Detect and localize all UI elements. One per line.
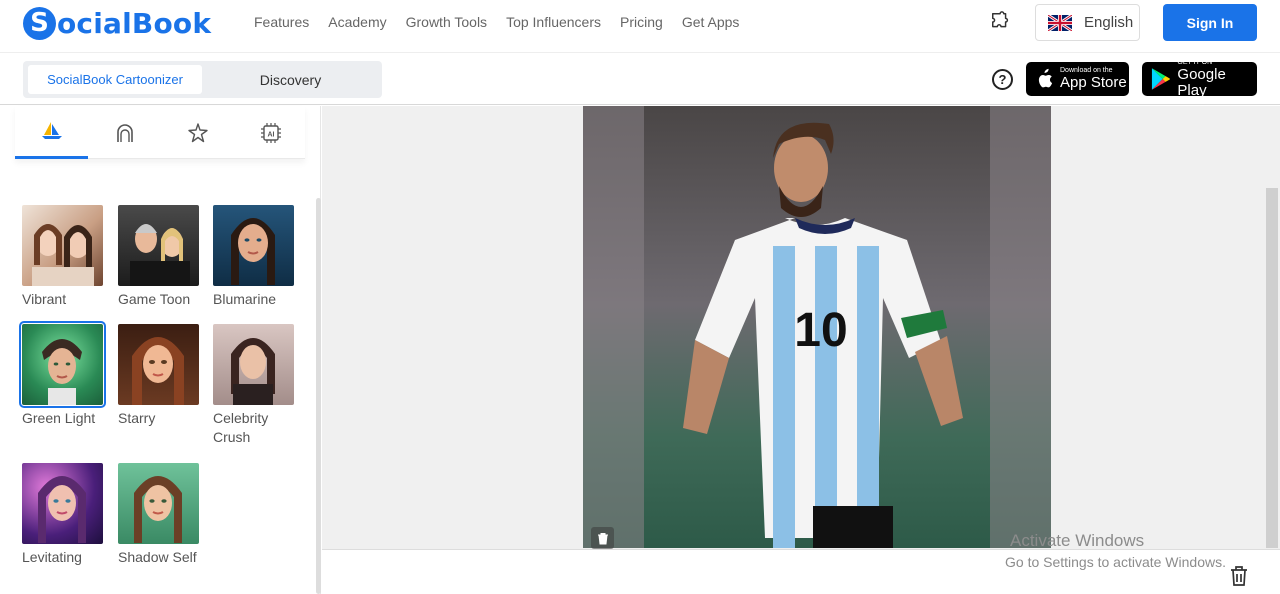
canvas-scrollbar[interactable] — [1266, 188, 1278, 548]
help-icon[interactable]: ? — [992, 69, 1013, 90]
style-thumbnail — [22, 463, 103, 544]
style-thumbnail — [213, 205, 294, 286]
style-item-green-light[interactable]: Green Light — [19, 321, 108, 428]
style-name: Game Toon — [118, 291, 191, 307]
star-sparkle-icon — [187, 122, 208, 142]
google-play-icon — [1151, 68, 1170, 90]
style-name: Starry — [118, 410, 156, 426]
apple-icon — [1038, 68, 1053, 88]
boat-icon — [41, 122, 62, 139]
style-thumbnail — [213, 324, 294, 405]
svg-text:AI: AI — [267, 131, 274, 138]
category-tab-head[interactable] — [88, 106, 161, 159]
google-play-big-text: Google Play — [1177, 66, 1226, 99]
style-name: Shadow Self — [118, 549, 197, 565]
style-item-shadow-self[interactable]: Shadow Self — [118, 463, 204, 567]
nav-link-features[interactable]: Features — [254, 14, 309, 30]
sidebar-scrollbar[interactable] — [316, 198, 321, 594]
style-item-vibrant[interactable]: Vibrant — [22, 205, 108, 309]
app-store-button[interactable]: Download on the App Store — [1026, 62, 1129, 96]
sign-in-button[interactable]: Sign In — [1163, 4, 1257, 41]
nav-link-get-apps[interactable]: Get Apps — [682, 14, 740, 30]
tab-discovery[interactable]: Discovery — [223, 65, 358, 94]
style-thumbnail — [22, 205, 103, 286]
head-icon — [116, 123, 133, 142]
style-name: Celebrity Crush — [213, 410, 269, 445]
style-name: Blumarine — [213, 291, 277, 307]
image-canvas: 10 10 — [322, 106, 1280, 549]
style-thumbnail — [118, 463, 199, 544]
language-label: English — [1084, 14, 1134, 31]
style-name: Green Light — [22, 410, 96, 426]
tool-tabs: SocialBook Cartoonizer Discovery — [23, 61, 382, 98]
style-sidebar: AI Vibrant Game Toon Blumarine Green Lig… — [0, 106, 321, 594]
uk-flag-icon — [1048, 14, 1072, 31]
tool-subbar: SocialBook Cartoonizer Discovery ? Downl… — [0, 54, 1280, 105]
nav-links: Features Academy Growth Tools Top Influe… — [254, 14, 758, 30]
nav-link-growth-tools[interactable]: Growth Tools — [406, 14, 487, 30]
nav-link-academy[interactable]: Academy — [328, 14, 386, 30]
top-navbar: S ocialBook Features Academy Growth Tool… — [0, 0, 1280, 53]
trash-icon[interactable] — [1229, 565, 1249, 587]
style-item-game-toon[interactable]: Game Toon — [118, 205, 204, 309]
style-thumbnail — [19, 321, 106, 408]
ai-chip-icon: AI — [260, 122, 281, 143]
nav-link-pricing[interactable]: Pricing — [620, 14, 663, 30]
windows-activation-subtitle: Go to Settings to activate Windows. — [1005, 554, 1226, 570]
tab-socialbook-cartoonizer[interactable]: SocialBook Cartoonizer — [28, 65, 202, 94]
jersey-number: 10 — [794, 304, 847, 357]
app-store-big-text: App Store — [1060, 74, 1127, 91]
style-item-celebrity-crush[interactable]: Celebrity Crush — [213, 324, 299, 447]
style-thumbnail — [118, 205, 199, 286]
puzzle-extension-icon[interactable] — [990, 11, 1012, 33]
google-play-button[interactable]: GET IT ON Google Play — [1142, 59, 1257, 99]
category-tab-star[interactable] — [161, 106, 234, 159]
category-tab-ai[interactable]: AI — [234, 106, 307, 159]
category-tab-boat[interactable] — [15, 106, 88, 159]
style-name: Levitating — [22, 549, 82, 565]
logo-text: ocialBook — [57, 6, 212, 40]
style-name: Vibrant — [22, 291, 67, 307]
windows-activation-title: Activate Windows — [1010, 531, 1145, 550]
language-selector[interactable]: English — [1035, 4, 1140, 41]
socialbook-logo[interactable]: S ocialBook — [23, 6, 211, 40]
style-item-levitating[interactable]: Levitating — [22, 463, 108, 567]
logo-mark: S — [23, 6, 56, 40]
style-thumbnail — [118, 324, 199, 405]
delete-image-icon[interactable] — [591, 527, 614, 549]
style-item-blumarine[interactable]: Blumarine — [213, 205, 299, 309]
category-tabs: AI — [15, 106, 305, 159]
style-item-starry[interactable]: Starry — [118, 324, 204, 428]
nav-link-top-influencers[interactable]: Top Influencers — [506, 14, 601, 30]
uploaded-photo: 10 10 — [583, 106, 1051, 548]
